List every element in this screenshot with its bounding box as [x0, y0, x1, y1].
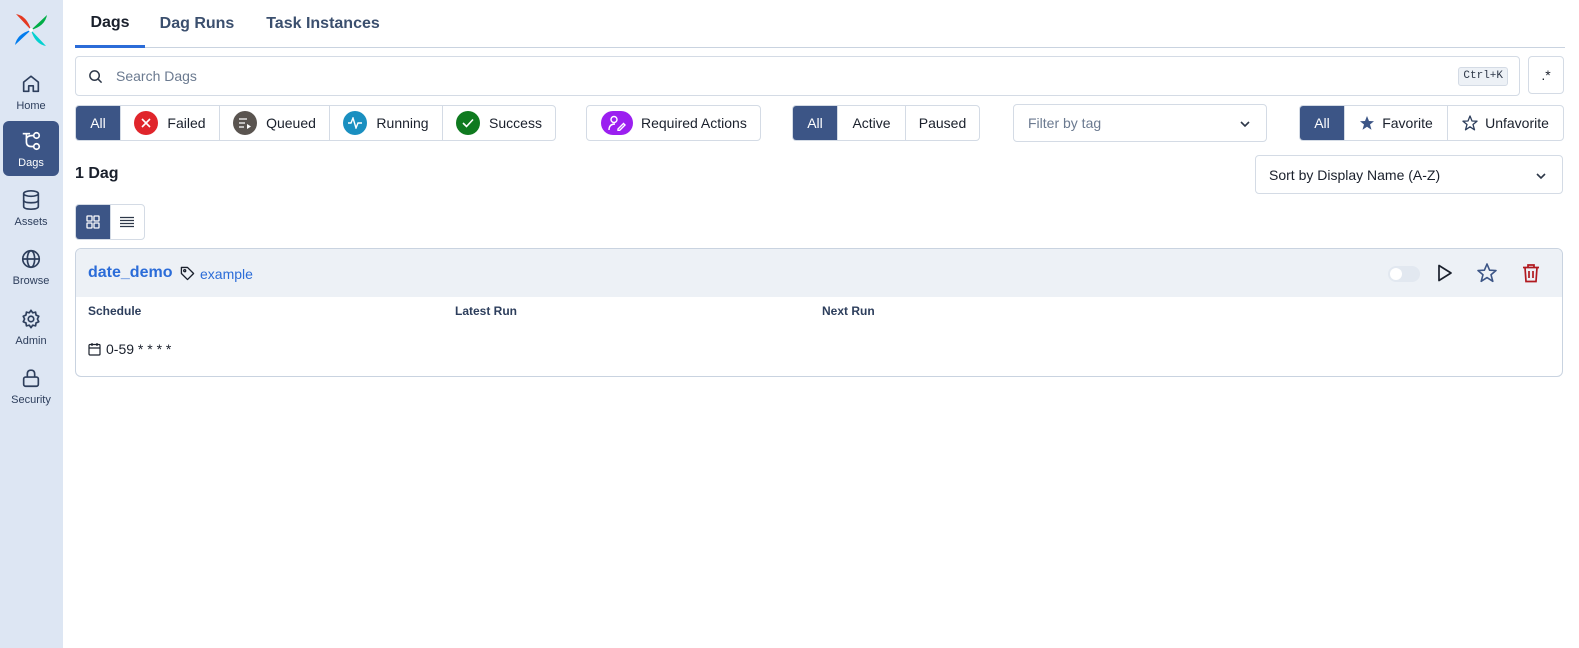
favorite-filter-favorite[interactable]: Favorite: [1344, 106, 1447, 140]
state-filter-all[interactable]: All: [76, 106, 120, 140]
dag-card: date_demo example Schedule Latest Run Ne…: [75, 248, 1563, 377]
active-filter-all[interactable]: All: [793, 106, 837, 140]
gear-icon: [22, 309, 40, 329]
sidebar-item-assets[interactable]: Assets: [3, 180, 59, 235]
chevron-down-icon: [1536, 173, 1546, 180]
sidebar-item-home[interactable]: Home: [3, 64, 59, 119]
search-icon: [89, 70, 103, 84]
lock-icon: [22, 369, 40, 388]
database-icon: [22, 190, 40, 210]
grid-icon: [86, 215, 100, 229]
state-filter-group: All Failed Queued Running Success: [75, 105, 556, 141]
sort-selected-label: Sort by Display Name (A-Z): [1269, 166, 1441, 183]
favorite-label: Favorite: [1382, 115, 1433, 131]
tag-filter-select[interactable]: Filter by tag: [1013, 104, 1267, 142]
sidebar-item-label: Security: [11, 394, 51, 406]
table-view-button[interactable]: [109, 205, 144, 239]
dag-tag-link[interactable]: example: [200, 266, 253, 282]
globe-icon: [21, 249, 41, 269]
dag-card-header: date_demo example: [76, 249, 1562, 297]
state-filter-label: Success: [489, 115, 542, 131]
trigger-dag-play-icon[interactable]: [1433, 262, 1455, 284]
regex-label: .*: [1541, 67, 1551, 83]
active-filter-active[interactable]: Active: [837, 106, 905, 140]
state-filter-label: Failed: [167, 115, 206, 131]
sidebar-item-label: Dags: [18, 157, 44, 169]
sidebar-item-browse[interactable]: Browse: [3, 239, 59, 294]
sidebar-item-label: Assets: [14, 216, 48, 228]
tag-icon: [180, 266, 195, 281]
required-actions-label: Required Actions: [641, 115, 747, 131]
pause-toggle-switch[interactable]: [1388, 266, 1420, 282]
card-view-button[interactable]: [76, 205, 110, 239]
delete-trash-icon[interactable]: [1520, 262, 1542, 284]
active-filter-group: All Active Paused: [792, 105, 980, 141]
tab-bar: Dags Dag Runs Task Instances: [75, 0, 1565, 48]
favorite-star-icon[interactable]: [1476, 262, 1498, 284]
dag-count: 1 Dag: [75, 165, 119, 182]
dags-icon: [22, 131, 41, 151]
state-filter-label: Running: [376, 115, 429, 131]
check-icon: [456, 111, 481, 135]
schedule-cron-text: 0-59 * * * *: [106, 341, 172, 357]
calendar-icon: [88, 343, 101, 356]
schedule-column-header: Schedule: [88, 304, 142, 318]
star-filled-icon: [1360, 116, 1375, 130]
chevron-down-icon: [1240, 121, 1250, 128]
schedule-value: 0-59 * * * *: [88, 341, 171, 357]
star-outline-icon: [1462, 115, 1478, 131]
search-bar: Ctrl+K: [75, 56, 1520, 96]
favorite-filter-unfavorite[interactable]: Unfavorite: [1447, 106, 1563, 140]
unfavorite-label: Unfavorite: [1485, 115, 1549, 131]
home-icon: [22, 75, 40, 93]
state-filter-label: Queued: [266, 115, 316, 131]
sidebar: Home Dags Assets Browse Admin Security: [0, 0, 63, 648]
view-toggle: [75, 204, 145, 240]
state-filter-running[interactable]: Running: [329, 106, 442, 140]
tag-filter-placeholder: Filter by tag: [1028, 115, 1102, 131]
active-filter-paused[interactable]: Paused: [905, 106, 979, 140]
state-filter-queued[interactable]: Queued: [219, 106, 329, 140]
favorite-filter-all[interactable]: All: [1300, 106, 1344, 140]
sort-select[interactable]: Sort by Display Name (A-Z): [1255, 155, 1563, 194]
sidebar-item-security[interactable]: Security: [3, 358, 59, 413]
state-filter-failed[interactable]: Failed: [120, 106, 219, 140]
activity-icon: [343, 111, 368, 135]
next-run-column-header: Next Run: [822, 304, 875, 318]
dag-name-link[interactable]: date_demo: [88, 264, 172, 282]
user-pen-icon: [601, 111, 633, 135]
sidebar-item-label: Browse: [12, 275, 50, 287]
airflow-logo[interactable]: [13, 12, 49, 48]
sidebar-item-label: Admin: [15, 335, 47, 347]
tab-dag-runs[interactable]: Dag Runs: [157, 0, 237, 48]
list-icon: [120, 216, 135, 228]
regex-toggle-button[interactable]: .*: [1528, 56, 1564, 94]
tab-dags[interactable]: Dags: [75, 0, 145, 48]
tab-task-instances[interactable]: Task Instances: [263, 0, 383, 48]
sidebar-item-dags[interactable]: Dags: [3, 121, 59, 176]
latest-run-column-header: Latest Run: [455, 304, 518, 318]
sidebar-item-label: Home: [16, 100, 46, 112]
favorite-filter-group: All Favorite Unfavorite: [1299, 105, 1564, 141]
failed-icon: [134, 111, 159, 135]
required-actions-button[interactable]: Required Actions: [586, 105, 761, 141]
search-input[interactable]: [116, 65, 1436, 87]
queued-icon: [233, 111, 258, 135]
pinwheel-icon: [15, 14, 47, 46]
keyboard-shortcut-badge: Ctrl+K: [1458, 67, 1508, 86]
sidebar-item-admin[interactable]: Admin: [3, 299, 59, 354]
state-filter-success[interactable]: Success: [442, 106, 555, 140]
main-content: Dags Dag Runs Task Instances Ctrl+K .* A…: [75, 0, 1565, 648]
